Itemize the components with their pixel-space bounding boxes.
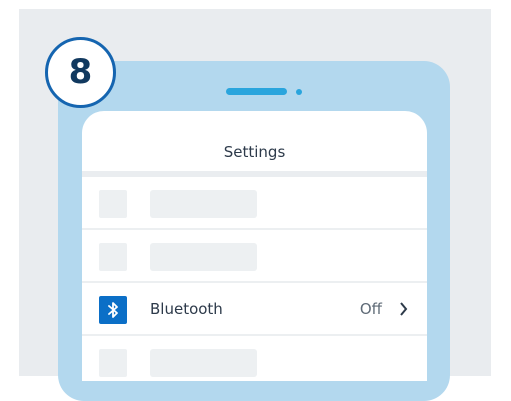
phone-camera bbox=[296, 89, 302, 95]
settings-title: Settings bbox=[223, 143, 286, 161]
settings-row-placeholder[interactable] bbox=[82, 336, 427, 381]
placeholder-icon bbox=[99, 243, 127, 271]
bluetooth-label: Bluetooth bbox=[150, 300, 223, 318]
settings-row-placeholder[interactable] bbox=[82, 177, 427, 230]
placeholder-icon bbox=[99, 190, 127, 218]
step-number-badge: 8 bbox=[45, 37, 116, 108]
chevron-right-icon bbox=[399, 301, 408, 320]
placeholder-label bbox=[150, 190, 257, 218]
placeholder-icon bbox=[99, 349, 127, 377]
placeholder-label bbox=[150, 243, 257, 271]
settings-row-bluetooth[interactable]: Bluetooth Off bbox=[82, 283, 427, 336]
phone-speaker bbox=[226, 88, 287, 95]
bluetooth-icon bbox=[99, 296, 127, 324]
settings-row-placeholder[interactable] bbox=[82, 230, 427, 283]
placeholder-label bbox=[150, 349, 257, 377]
phone-screen: Settings Bluetooth Off bbox=[82, 111, 427, 381]
bluetooth-status: Off bbox=[359, 300, 382, 318]
